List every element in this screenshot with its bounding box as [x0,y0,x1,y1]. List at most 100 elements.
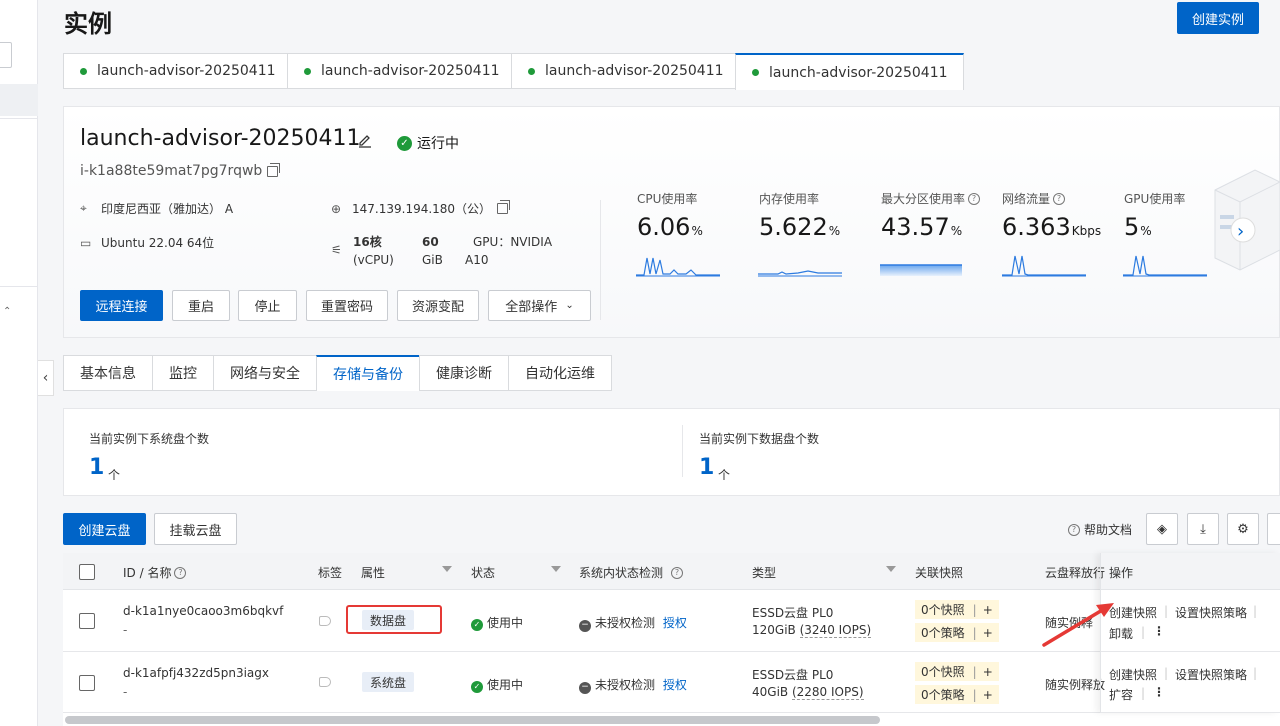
instance-tab-label: launch-advisor-20250411 [97,63,276,79]
more-tool-icon[interactable] [1267,513,1280,545]
instance-tab-label: launch-advisor-20250411 [545,63,724,79]
help-icon[interactable]: ? [968,192,981,205]
check-circle-icon: ✓ [471,619,483,631]
status-text: 使用中 [487,678,524,692]
horizontal-scrollbar[interactable] [65,716,880,724]
cpu-value: 16核 [353,235,382,249]
tab-health-diagnosis[interactable]: 健康诊断 [419,355,508,391]
create-instance-button[interactable]: 创建实例 [1177,2,1259,34]
help-icon[interactable]: ? [1053,192,1066,205]
running-dot-icon [528,67,535,75]
disk-capacity: 120GiB (3240 IOPS) [752,623,872,638]
chevron-down-icon: ⌄ [565,300,574,311]
select-all-checkbox[interactable] [79,564,95,580]
running-dot-icon [80,67,87,75]
minus-circle-icon: − [579,620,591,632]
policy-count-text: 0个策略 [921,626,965,640]
snapshot-count[interactable]: 0个快照 | + [915,662,999,681]
metric-memory[interactable]: 内存使用率 5.622% [759,190,840,241]
help-icon[interactable]: ? [671,566,684,579]
instance-name: launch-advisor-20250411 [80,126,361,151]
sliders-icon: ⚟ [331,243,342,257]
summary-divider [682,425,683,477]
svg-text:›: › [1237,221,1244,242]
iops-value: (2280 IOPS) [791,685,864,700]
tab-basic-info[interactable]: 基本信息 [63,355,152,391]
tab-storage-backup[interactable]: 存储与备份 [316,355,419,391]
ip-info: ⊕ 147.139.194.180（公） [331,200,511,217]
sidebar-input[interactable] [0,42,12,68]
disk-id-link[interactable]: d-k1a1nye0caoo3m6bqkvf [123,604,283,618]
collapse-sidebar-button[interactable]: ‹ [38,360,54,396]
help-icon[interactable]: ? [174,566,187,579]
gear-icon[interactable]: ⚙ [1227,513,1259,545]
system-disk-count-label: 当前实例下系统盘个数 [89,432,210,446]
card-divider [600,200,601,320]
tab-network-security[interactable]: 网络与安全 [213,355,316,391]
copy-icon[interactable] [497,200,511,214]
cpu-sparkline [636,257,720,277]
memory-value: 60 [422,235,439,249]
sidebar-selected-item[interactable] [0,84,38,116]
cpu-spec: 16核 (vCPU) [353,233,394,269]
metric-value: 5.622 [759,213,828,241]
operations-column-shadow [1100,553,1280,713]
plus-icon[interactable]: + [983,688,993,702]
remote-connect-button[interactable]: 远程连接 [80,290,163,321]
reset-password-button[interactable]: 重置密码 [306,290,388,321]
plus-icon[interactable]: + [983,603,993,617]
header-type: 类型 [752,566,777,580]
help-docs-link[interactable]: ? 帮助文档 [1068,521,1132,538]
copy-icon[interactable] [267,162,281,177]
row-checkbox[interactable] [79,613,95,629]
disk-status: ✓ 使用中 [471,614,523,631]
tab-automation[interactable]: 自动化运维 [508,355,612,391]
edit-icon[interactable] [357,133,373,149]
minus-circle-icon: − [579,682,591,694]
download-icon[interactable]: ⤓ [1187,513,1219,545]
plus-icon[interactable]: + [983,665,993,679]
instance-tab-active[interactable]: launch-advisor-20250411 [735,53,964,90]
authorize-link[interactable]: 授权 [663,616,687,630]
filter-icon[interactable] [442,566,452,572]
restart-button[interactable]: 重启 [172,290,230,321]
filter-icon[interactable] [886,566,896,572]
metric-partition[interactable]: 最大分区使用率? 43.57% [881,190,981,241]
spec-icon-wrap: ⚟ [331,243,352,257]
system-disk-count: 1 [89,455,105,480]
check-circle-icon: ✓ [471,681,483,693]
check-circle-icon: ✓ [397,135,412,151]
server-illustration: › [1214,169,1280,271]
attach-disk-button[interactable]: 挂载云盘 [154,513,237,545]
disk-id-link[interactable]: d-k1afpfj432zd5pn3iagx [123,666,269,680]
plus-icon[interactable]: + [983,626,993,640]
metric-cpu[interactable]: CPU使用率 6.06% [637,190,703,241]
tag-icon[interactable] [319,677,331,687]
instance-tab[interactable]: launch-advisor-20250411 [287,53,511,89]
status-text: 运行中 [417,136,459,152]
layers-icon[interactable]: ◈ [1146,513,1178,545]
check-text: 未授权检测 [595,678,656,692]
tag-icon[interactable] [319,616,331,626]
authorize-link[interactable]: 授权 [663,678,687,692]
row-checkbox[interactable] [79,675,95,691]
data-disk-count-label: 当前实例下数据盘个数 [699,432,820,446]
capacity-value: 120GiB [752,623,796,637]
resize-button[interactable]: 资源变配 [397,290,479,321]
all-operations-button[interactable]: 全部操作 ⌄ [488,290,591,321]
metric-gpu[interactable]: GPU使用率 5% [1124,190,1185,241]
policy-count[interactable]: 0个策略 | + [915,685,999,704]
metric-network[interactable]: 网络流量? 6.363Kbps [1002,190,1101,241]
tab-monitoring[interactable]: 监控 [152,355,213,391]
filter-icon[interactable] [551,566,561,572]
policy-count[interactable]: 0个策略 | + [915,623,999,642]
os-info: ▭ Ubuntu 22.04 64位 [80,234,214,251]
partition-sparkline [880,264,962,276]
stop-button[interactable]: 停止 [238,290,297,321]
header-system-check: 系统内状态检测? [579,564,684,581]
instance-tab[interactable]: launch-advisor-20250411 [63,53,287,89]
instance-tab[interactable]: launch-advisor-20250411 [511,53,735,89]
chevron-up-icon[interactable]: ⌃ [3,306,11,317]
create-disk-button[interactable]: 创建云盘 [63,513,146,545]
snapshot-count[interactable]: 0个快照 | + [915,600,999,619]
